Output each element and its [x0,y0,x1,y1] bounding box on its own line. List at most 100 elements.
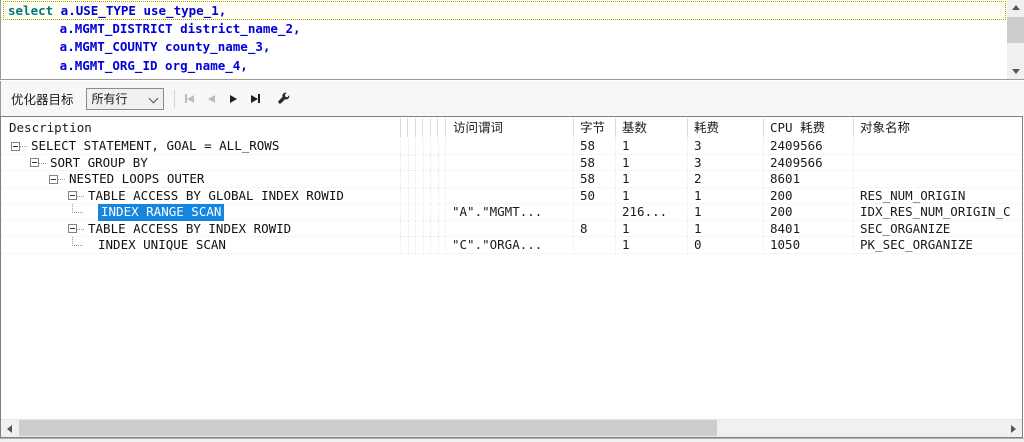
col-header-predicate[interactable]: 访问谓词 [453,117,503,138]
plan-node-label[interactable]: TABLE ACCESS BY GLOBAL INDEX ROWID [88,188,344,205]
tree-connector [20,146,27,148]
sql-code: a.USE_TYPE use_type_1, [53,3,227,18]
horizontal-scrollbar-thumb[interactable] [19,420,717,436]
optimizer-goal-value: 所有行 [91,92,128,106]
sql-line[interactable]: a.MGMT_COUNTY county_name_3, [3,38,1006,57]
chevron-down-icon [148,93,158,103]
plan-node-label[interactable]: NESTED LOOPS OUTER [69,171,204,188]
plan-toolbar: 优化器目标 所有行 [0,81,1024,116]
empty-cell [437,138,446,155]
sql-line[interactable]: a.MGMT_ORG_ID org_name_4, [3,57,1006,76]
next-step-button[interactable] [227,91,241,107]
settings-wrench-icon[interactable] [277,92,291,106]
cell-object-name [853,171,1022,188]
col-header-cardinality[interactable]: 基数 [622,117,647,138]
plan-node-label[interactable]: SORT GROUP BY [50,155,148,172]
plan-row[interactable]: TABLE ACCESS BY GLOBAL INDEX ROWID 50 1 1 20… [1,187,1022,205]
explain-plan-window: select a.USE_TYPE use_type_1, a.MGMT_DIS… [0,0,1024,442]
sql-editor[interactable]: select a.USE_TYPE use_type_1, a.MGMT_DIS… [0,0,1024,80]
tree-leaf-connector [72,237,83,246]
collapse-toggle-icon[interactable] [49,174,58,184]
empty-cell [422,220,431,237]
scroll-right-icon[interactable] [1005,420,1022,437]
empty-cell [407,204,416,221]
empty-cell [422,138,431,155]
plan-row[interactable]: INDEX UNIQUE SCAN "C"."ORGA... 1 0 1050 PK_SE… [1,237,1022,254]
cell-predicate [445,154,572,171]
col-header-cost[interactable]: 耗费 [694,117,719,138]
empty-cell [415,204,423,221]
empty-cell [437,237,446,254]
empty-cell [400,138,408,155]
editor-vertical-scrollbar[interactable] [1007,0,1024,79]
col-header-bytes[interactable]: 字节 [580,117,605,138]
cell-bytes [573,204,614,221]
empty-cell [437,204,446,221]
col-header-object-name[interactable]: 对象名称 [860,117,910,138]
plan-row[interactable]: INDEX RANGE SCAN "A"."MGMT... 216... 1 200 ID… [1,204,1022,221]
last-step-button[interactable] [249,91,263,107]
vertical-scrollbar-thumb[interactable] [1007,17,1024,43]
empty-cell [407,187,416,204]
collapse-toggle-icon[interactable] [11,141,20,151]
empty-cell [400,237,408,254]
tree-connector [77,228,84,231]
plan-horizontal-scrollbar[interactable] [1,419,1022,437]
plan-node-label[interactable]: TABLE ACCESS BY INDEX ROWID [88,221,291,238]
tree-connector [77,195,84,198]
empty-cell [430,154,438,171]
cell-bytes: 58 [573,154,614,171]
empty-cell [407,138,416,155]
empty-cell [437,220,446,237]
col-header-cpu-cost[interactable]: CPU 耗费 [770,117,825,138]
scroll-up-icon[interactable] [1007,0,1024,15]
explain-plan-grid[interactable]: Description 访问谓词 字节 基数 耗费 CPU 耗费 对象名称 SE… [0,116,1023,438]
plan-node-label[interactable]: SELECT STATEMENT, GOAL = ALL_ROWS [31,138,279,155]
sql-line[interactable]: a.MGMT_DISTRICT district_name_2, [3,20,1006,39]
cell-object-name: PK_SEC_ORGANIZE [853,237,1022,254]
window-bottom-edge [0,438,1024,442]
cell-object-name: SEC_ORGANIZE [853,220,1022,237]
collapse-toggle-icon[interactable] [68,224,77,233]
empty-cell [422,171,431,188]
cell-cost: 1 [687,204,762,221]
empty-cell [422,237,431,254]
plan-node-label-selected[interactable]: INDEX RANGE SCAN [98,204,225,221]
sql-line-current[interactable]: select a.USE_TYPE use_type_1, [3,1,1006,20]
plan-row[interactable]: SELECT STATEMENT, GOAL = ALL_ROWS 58 1 3 240… [1,138,1022,155]
toolbar-separator [173,89,175,108]
empty-cell [437,187,446,204]
first-step-button[interactable] [183,91,197,107]
cell-predicate [445,187,572,204]
empty-cell [430,220,438,237]
empty-cell [400,204,408,221]
cell-cardinality: 216... [615,204,686,221]
cell-cardinality: 1 [615,138,686,155]
previous-step-button[interactable] [205,91,219,107]
sql-code: a.MGMT_ORG_ID org_name_4, [7,57,248,73]
col-header-description[interactable]: Description [9,117,92,138]
cell-cpu-cost: 2409566 [763,154,852,171]
empty-cell [422,204,431,221]
cell-predicate: "A"."MGMT... [445,204,572,221]
plan-row[interactable]: NESTED LOOPS OUTER 58 1 2 8601 [1,171,1022,188]
collapse-toggle-icon[interactable] [30,158,39,167]
sql-editor-lines: select a.USE_TYPE use_type_1, a.MGMT_DIS… [3,1,1006,75]
empty-cell [422,154,431,171]
cell-predicate [445,220,572,237]
empty-cell [415,171,423,188]
empty-cell [415,237,423,254]
collapse-toggle-icon[interactable] [68,191,77,200]
plan-node-label[interactable]: INDEX UNIQUE SCAN [98,237,226,254]
empty-cell [400,187,408,204]
optimizer-goal-label: 优化器目标 [11,93,74,107]
cell-predicate: "C"."ORGA... [445,237,572,254]
scroll-left-icon[interactable] [1,420,18,437]
scroll-down-icon[interactable] [1007,64,1024,79]
cell-bytes: 8 [573,220,614,237]
plan-row[interactable]: TABLE ACCESS BY INDEX ROWID 8 1 1 8401 SEC_OR… [1,220,1022,238]
optimizer-goal-select[interactable]: 所有行 [85,87,164,110]
plan-row[interactable]: SORT GROUP BY 58 1 3 2409566 [1,154,1022,172]
cell-cpu-cost: 200 [763,187,852,204]
cell-predicate [445,171,572,188]
